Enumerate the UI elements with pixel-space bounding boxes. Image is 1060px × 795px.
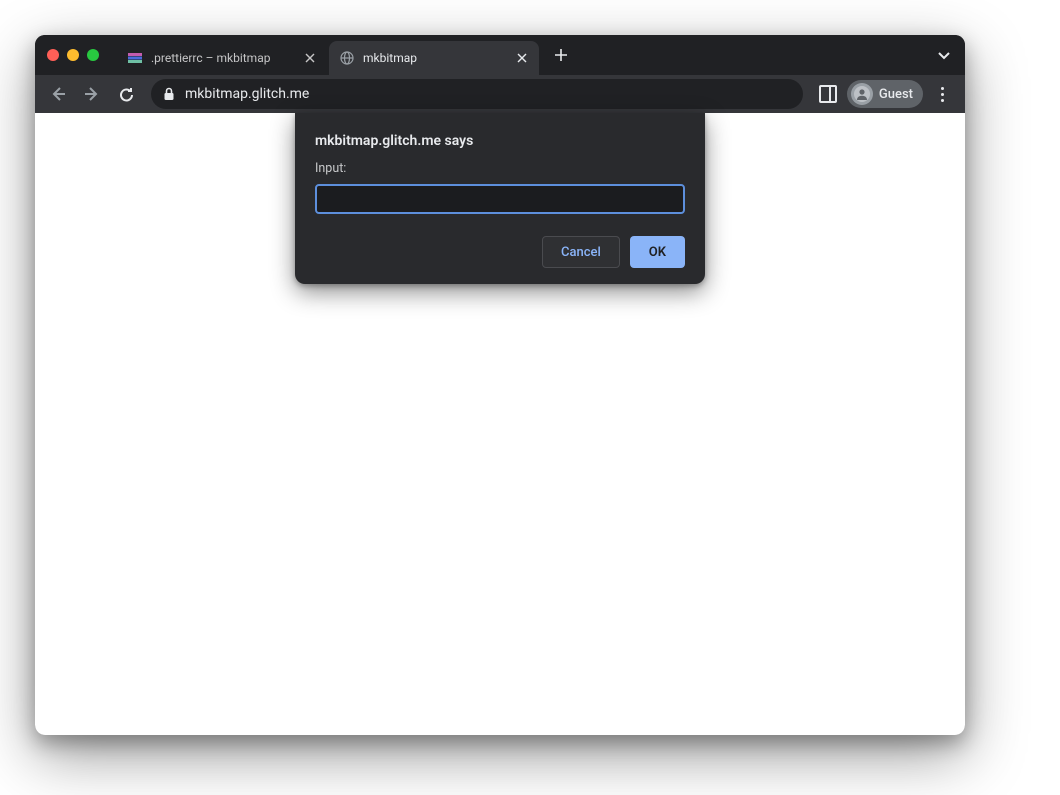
glitch-favicon-icon xyxy=(127,50,143,66)
window-controls xyxy=(47,49,99,61)
lock-icon xyxy=(163,87,175,101)
tab-title: .prettierrc – mkbitmap xyxy=(151,51,295,65)
browser-window: .prettierrc – mkbitmap mkbitmap xyxy=(35,35,965,735)
js-prompt-dialog: mkbitmap.glitch.me says Input: Cancel OK xyxy=(295,113,705,284)
globe-icon xyxy=(339,50,355,66)
close-icon[interactable] xyxy=(515,51,529,65)
url-text: mkbitmap.glitch.me xyxy=(185,86,791,102)
dialog-label: Input: xyxy=(315,161,685,176)
forward-button[interactable] xyxy=(77,79,107,109)
dialog-input[interactable] xyxy=(315,184,685,214)
tab-overflow-button[interactable] xyxy=(933,46,955,64)
back-button[interactable] xyxy=(43,79,73,109)
tabs: .prettierrc – mkbitmap mkbitmap xyxy=(117,35,965,75)
tab-prettierrc[interactable]: .prettierrc – mkbitmap xyxy=(117,41,327,75)
close-icon[interactable] xyxy=(303,51,317,65)
person-icon xyxy=(851,83,873,105)
tab-title: mkbitmap xyxy=(363,51,507,65)
tab-bar: .prettierrc – mkbitmap mkbitmap xyxy=(35,35,965,75)
address-bar[interactable]: mkbitmap.glitch.me xyxy=(151,79,803,109)
new-tab-button[interactable] xyxy=(547,41,575,69)
tab-mkbitmap[interactable]: mkbitmap xyxy=(329,41,539,75)
dialog-title: mkbitmap.glitch.me says xyxy=(315,133,685,149)
side-panel-button[interactable] xyxy=(813,79,843,109)
profile-label: Guest xyxy=(879,87,913,102)
cancel-button[interactable]: Cancel xyxy=(542,236,620,268)
profile-button[interactable]: Guest xyxy=(847,80,923,108)
kebab-icon xyxy=(941,87,944,102)
window-close-button[interactable] xyxy=(47,49,59,61)
page-content: mkbitmap.glitch.me says Input: Cancel OK xyxy=(35,113,965,735)
dialog-actions: Cancel OK xyxy=(315,236,685,268)
menu-button[interactable] xyxy=(927,79,957,109)
window-minimize-button[interactable] xyxy=(67,49,79,61)
ok-button[interactable]: OK xyxy=(630,236,685,268)
panel-icon xyxy=(819,85,837,103)
toolbar: mkbitmap.glitch.me Guest xyxy=(35,75,965,113)
window-maximize-button[interactable] xyxy=(87,49,99,61)
reload-button[interactable] xyxy=(111,79,141,109)
